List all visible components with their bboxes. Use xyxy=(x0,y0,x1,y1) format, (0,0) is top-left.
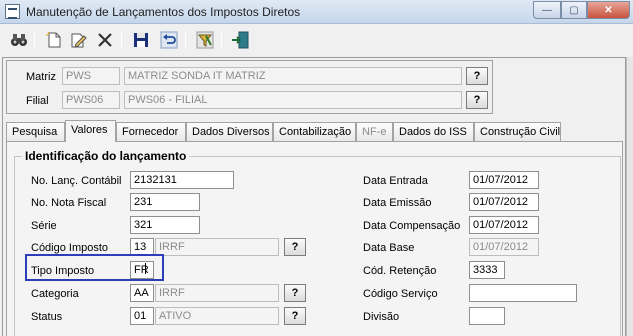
matriz-label: Matriz xyxy=(26,71,56,83)
tipo-imposto-highlight xyxy=(25,254,164,281)
filial-name-field[interactable]: PWS06 - FILIAL xyxy=(124,91,462,109)
tab-nfe[interactable]: NF-e xyxy=(356,122,393,141)
cod-retencao-label: Cód. Retenção xyxy=(363,265,437,277)
categoria-desc-field[interactable]: IRRF xyxy=(155,284,279,302)
close-button[interactable]: ✕ xyxy=(587,1,630,19)
no-lanc-contabil-field[interactable]: 2132131 xyxy=(130,171,234,189)
divisao-field[interactable] xyxy=(469,307,505,325)
matriz-name-field[interactable]: MATRIZ SONDA IT MATRIZ xyxy=(124,67,462,85)
new-document-icon xyxy=(46,31,61,48)
window-controls: — ▢ ✕ xyxy=(533,1,630,20)
status-lookup-button[interactable]: ? xyxy=(284,307,306,325)
filial-label: Filial xyxy=(26,95,49,107)
data-base-field[interactable]: 01/07/2012 xyxy=(469,238,539,256)
toolbar xyxy=(0,25,633,56)
no-lanc-contabil-label: No. Lanç. Contábil xyxy=(31,175,122,187)
status-label: Status xyxy=(31,311,63,323)
tab-pesquisa[interactable]: Pesquisa xyxy=(6,122,65,141)
toolbar-separator xyxy=(34,31,35,49)
tab-construcao-civil[interactable]: Construção Civil xyxy=(474,122,561,141)
undo-button[interactable] xyxy=(158,29,180,51)
matriz-lookup-button[interactable]: ? xyxy=(466,67,488,85)
data-compensacao-label: Data Compensação xyxy=(363,220,461,232)
filial-lookup-button[interactable]: ? xyxy=(466,91,488,109)
exit-button[interactable] xyxy=(229,29,251,51)
matriz-code-field[interactable]: PWS xyxy=(62,67,120,85)
filial-code-field[interactable]: PWS06 xyxy=(62,91,120,109)
categoria-code-field[interactable]: AA xyxy=(130,284,154,302)
filter-button[interactable] xyxy=(194,29,216,51)
tab-dados-do-iss[interactable]: Dados do ISS xyxy=(393,122,474,141)
codigo-imposto-desc-field[interactable]: IRRF xyxy=(155,238,279,256)
binoculars-icon xyxy=(11,34,27,46)
toolbar-separator xyxy=(121,31,122,49)
categoria-lookup-button[interactable]: ? xyxy=(284,284,306,302)
edit-record-button[interactable] xyxy=(67,29,89,51)
no-nota-fiscal-label: No. Nota Fiscal xyxy=(31,197,107,209)
undo-icon xyxy=(160,31,178,49)
data-emissao-field[interactable]: 01/07/2012 xyxy=(469,193,539,211)
tab-valores[interactable]: Valores xyxy=(65,120,116,142)
data-emissao-label: Data Emissão xyxy=(363,197,432,209)
tab-dados-diversos[interactable]: Dados Diversos xyxy=(186,122,273,141)
codigo-servico-field[interactable] xyxy=(469,284,577,302)
delete-icon xyxy=(98,33,112,47)
filter-icon xyxy=(196,31,214,49)
no-nota-fiscal-field[interactable]: 231 xyxy=(130,193,200,211)
search-binoculars-button[interactable] xyxy=(8,29,30,51)
vertical-scrollbar[interactable] xyxy=(626,57,633,336)
toolbar-separator xyxy=(221,31,222,49)
maximize-button[interactable]: ▢ xyxy=(561,1,587,19)
window-title: Manutenção de Lançamentos dos Impostos D… xyxy=(26,5,301,19)
title-bar: Manutenção de Lançamentos dos Impostos D… xyxy=(0,0,633,24)
tab-fornecedor[interactable]: Fornecedor xyxy=(116,122,186,141)
tab-contabilizacao[interactable]: Contabilização xyxy=(273,122,356,141)
codigo-servico-label: Código Serviço xyxy=(363,288,438,300)
cod-retencao-field[interactable]: 3333 xyxy=(469,261,505,279)
app-window-icon xyxy=(5,4,20,19)
new-record-button[interactable] xyxy=(43,29,65,51)
delete-record-button[interactable] xyxy=(94,29,116,51)
data-entrada-label: Data Entrada xyxy=(363,175,428,187)
status-desc-field[interactable]: ATIVO xyxy=(155,307,279,325)
data-base-label: Data Base xyxy=(363,242,415,254)
toolbar-separator xyxy=(185,31,186,49)
serie-label: Série xyxy=(31,220,57,232)
divisao-label: Divisão xyxy=(363,311,400,323)
minimize-button[interactable]: — xyxy=(533,1,561,19)
data-entrada-field[interactable]: 01/07/2012 xyxy=(469,171,539,189)
codigo-imposto-label: Código Imposto xyxy=(31,242,109,254)
status-code-field[interactable]: 01 xyxy=(130,307,154,325)
section-title: Identificação do lançamento xyxy=(22,149,190,163)
save-disk-icon xyxy=(134,33,148,47)
serie-field[interactable]: 321 xyxy=(130,216,200,234)
categoria-label: Categoria xyxy=(31,288,79,300)
data-compensacao-field[interactable]: 01/07/2012 xyxy=(469,216,539,234)
codigo-imposto-lookup-button[interactable]: ? xyxy=(284,238,306,256)
edit-document-icon xyxy=(71,33,87,48)
exit-door-icon xyxy=(232,31,249,49)
save-button[interactable] xyxy=(130,29,152,51)
